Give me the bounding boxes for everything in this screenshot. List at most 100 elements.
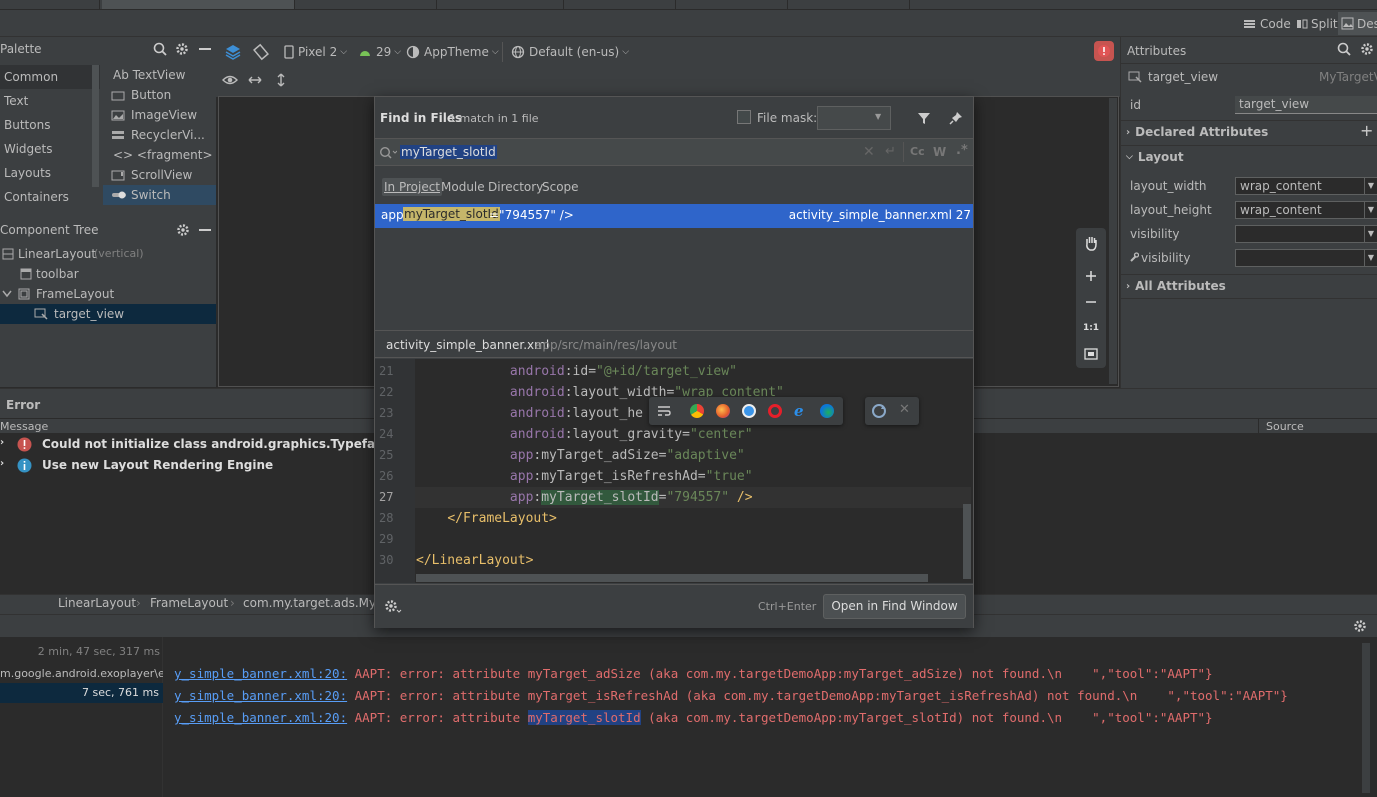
- search-field[interactable]: myTarget_slotId ✕ ↵ Cc W .*: [375, 138, 973, 166]
- message-column-header[interactable]: Message: [0, 420, 48, 433]
- palette-category-layouts[interactable]: Layouts: [0, 161, 100, 185]
- scope-tab-module[interactable]: Module: [441, 180, 485, 194]
- editor-tab[interactable]: [0, 0, 100, 9]
- source-column-header[interactable]: Source: [1266, 420, 1304, 433]
- file-mask-checkbox[interactable]: [737, 110, 751, 124]
- chevron-down-icon[interactable]: ▼: [1364, 201, 1377, 219]
- tree-node-framelayout[interactable]: FrameLayout: [0, 284, 216, 304]
- breadcrumb-item[interactable]: FrameLayout: [150, 596, 228, 610]
- design-view-button[interactable]: Des: [1338, 12, 1377, 35]
- tools-visibility-dropdown[interactable]: [1235, 249, 1365, 267]
- palette-category-buttons[interactable]: Buttons: [0, 113, 100, 137]
- multiline-icon[interactable]: ↵: [885, 144, 896, 159]
- chevron-right-icon[interactable]: ›: [0, 437, 4, 448]
- palette-category-widgets[interactable]: Widgets: [0, 137, 100, 161]
- code-view-button[interactable]: Code: [1243, 15, 1291, 33]
- scrollbar[interactable]: [416, 574, 928, 582]
- chevron-down-icon[interactable]: ▼: [1364, 225, 1377, 243]
- layers-icon[interactable]: [222, 42, 244, 62]
- theme-dropdown[interactable]: AppTheme ⌵: [406, 44, 499, 60]
- regex-icon[interactable]: .*: [956, 143, 968, 158]
- filter-icon[interactable]: [915, 109, 933, 127]
- palette-category-common[interactable]: Common: [0, 65, 100, 89]
- all-attributes-section[interactable]: › All Attributes: [1126, 279, 1226, 293]
- gear-icon[interactable]: [175, 222, 191, 238]
- safari-icon[interactable]: [742, 404, 756, 418]
- palette-category-containers[interactable]: Containers: [0, 185, 100, 209]
- pan-hand-icon[interactable]: [1081, 233, 1101, 253]
- gear-icon[interactable]: [1352, 618, 1368, 634]
- add-attribute-icon[interactable]: +: [1360, 121, 1373, 140]
- orientation-icon[interactable]: [250, 42, 272, 62]
- scope-tab-scope[interactable]: Scope: [542, 180, 579, 194]
- breadcrumb-item[interactable]: com.my.target.ads.MyTa: [243, 596, 389, 610]
- open-in-find-window-button[interactable]: Open in Find Window: [823, 594, 966, 619]
- clear-icon[interactable]: ✕: [863, 144, 875, 160]
- tree-node-toolbar[interactable]: toolbar: [0, 264, 216, 284]
- chevron-down-icon[interactable]: ▼: [1364, 177, 1377, 195]
- tree-node-target-view[interactable]: target_view: [0, 304, 216, 324]
- edge-icon[interactable]: [820, 404, 834, 418]
- palette-item-textview[interactable]: Ab TextView: [103, 65, 216, 85]
- scope-tab-project[interactable]: In Project: [382, 178, 443, 196]
- internet-explorer-icon[interactable]: e: [794, 402, 804, 420]
- editor-tab-active[interactable]: [102, 0, 295, 9]
- log-file-link[interactable]: y_simple_banner.xml:20:: [174, 666, 347, 681]
- locale-dropdown[interactable]: Default (en-us) ⌵: [511, 44, 629, 60]
- editor-tab[interactable]: [566, 0, 676, 9]
- layout-section[interactable]: ⌵ Layout: [1126, 150, 1184, 164]
- whole-word-icon[interactable]: W: [933, 145, 946, 159]
- fit-screen-icon[interactable]: [1081, 344, 1101, 364]
- declared-attributes-section[interactable]: › Declared Attributes: [1126, 125, 1268, 139]
- search-icon[interactable]: [1336, 41, 1352, 57]
- build-task[interactable]: m.google.android.exoplayer\ex: [0, 667, 163, 680]
- close-icon[interactable]: ✕: [899, 402, 910, 417]
- search-icon[interactable]: [379, 146, 397, 160]
- scrollbar[interactable]: [92, 65, 99, 187]
- search-result-row[interactable]: app: myTarget_slotId ="794557" /> activi…: [375, 204, 973, 228]
- wrap-icon[interactable]: [657, 405, 671, 417]
- gear-icon[interactable]: [384, 599, 402, 615]
- editor-tab[interactable]: [439, 0, 564, 9]
- chevron-down-icon[interactable]: ▼: [1364, 249, 1377, 267]
- search-icon[interactable]: [152, 41, 168, 57]
- refresh-icon[interactable]: [871, 403, 887, 419]
- chevron-down-icon[interactable]: [2, 290, 12, 298]
- editor-tab[interactable]: [678, 0, 788, 9]
- editor-tab[interactable]: [297, 0, 437, 9]
- api-level-dropdown[interactable]: 29 ⌵: [358, 44, 401, 60]
- split-view-button[interactable]: Split: [1296, 15, 1338, 33]
- log-file-link[interactable]: y_simple_banner.xml:20:: [174, 688, 347, 703]
- zoom-in-icon[interactable]: [1081, 266, 1101, 286]
- search-input[interactable]: myTarget_slotId: [400, 145, 497, 159]
- chrome-icon[interactable]: [690, 404, 704, 418]
- layout-height-dropdown[interactable]: wrap_content: [1235, 201, 1365, 219]
- palette-item-fragment[interactable]: <> <fragment>: [103, 145, 216, 165]
- layout-width-dropdown[interactable]: wrap_content: [1235, 177, 1365, 195]
- minimize-icon[interactable]: [199, 229, 211, 231]
- error-indicator-icon[interactable]: [1094, 41, 1114, 61]
- match-case-icon[interactable]: Cc: [910, 145, 925, 158]
- firefox-icon[interactable]: [716, 404, 730, 418]
- gear-icon[interactable]: [174, 41, 190, 57]
- zoom-out-icon[interactable]: [1081, 292, 1101, 312]
- tree-node-linearlayout[interactable]: LinearLayout (vertical): [0, 244, 216, 264]
- visibility-dropdown[interactable]: [1235, 225, 1365, 243]
- scrollbar[interactable]: [1362, 643, 1370, 793]
- scope-tab-directory[interactable]: Directory: [488, 180, 543, 194]
- palette-category-text[interactable]: Text: [0, 89, 100, 113]
- code-preview[interactable]: 21 android:id="@+id/target_view" 22 andro…: [375, 359, 973, 583]
- horizontal-resize-icon[interactable]: [246, 71, 264, 89]
- chevron-right-icon[interactable]: ›: [0, 458, 4, 469]
- eye-icon[interactable]: [221, 71, 239, 89]
- build-task-selected[interactable]: 7 sec, 761 ms: [0, 683, 163, 703]
- vertical-resize-icon[interactable]: [272, 71, 290, 89]
- actual-size-icon[interactable]: 1:1: [1081, 318, 1101, 338]
- gear-icon[interactable]: [1359, 41, 1375, 57]
- id-input[interactable]: target_view: [1235, 96, 1377, 114]
- editor-tab[interactable]: [790, 0, 910, 9]
- breadcrumb-item[interactable]: LinearLayout: [58, 596, 136, 610]
- pin-icon[interactable]: [947, 109, 965, 127]
- opera-icon[interactable]: [768, 404, 782, 418]
- device-dropdown[interactable]: Pixel 2 ⌵: [284, 44, 347, 60]
